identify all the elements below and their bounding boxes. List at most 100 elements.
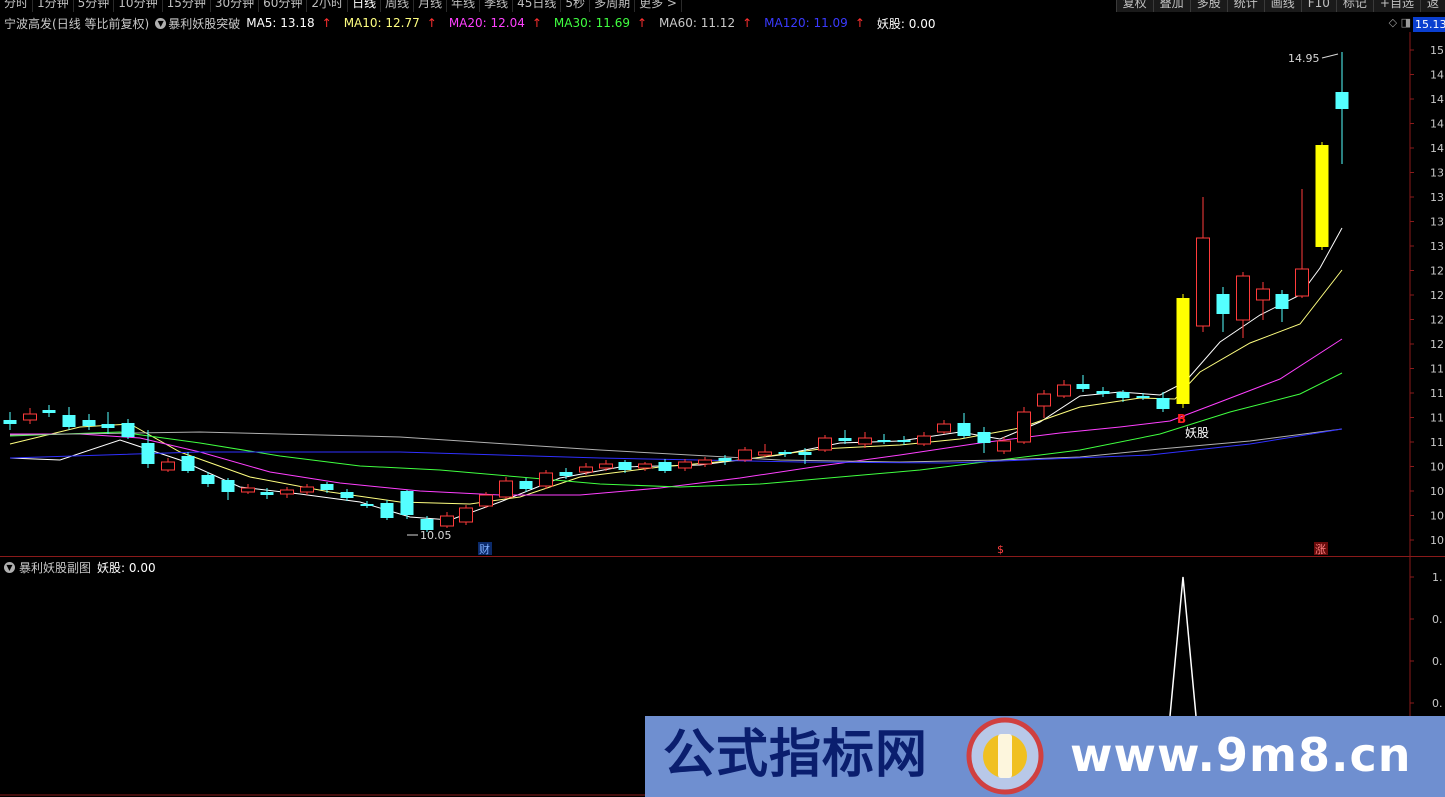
up-arrow-icon: ↑ bbox=[321, 16, 332, 30]
sub-indicator-name[interactable]: 暴利妖股副图 bbox=[19, 559, 91, 576]
ma10-text: MA10: 12.77 bbox=[343, 16, 420, 30]
ma10-value: MA10: 12.77 ↑ bbox=[344, 16, 443, 30]
candle-body-up bbox=[1236, 275, 1250, 321]
tool-button[interactable]: 多股 bbox=[1189, 0, 1227, 12]
candle-body-up bbox=[738, 449, 752, 461]
tool-button[interactable]: 复权 bbox=[1115, 0, 1153, 12]
period-tab[interactable]: 周线 bbox=[381, 0, 415, 12]
tool-button[interactable]: F10 bbox=[1300, 0, 1336, 12]
event-cai-marker[interactable]: 财 bbox=[479, 542, 490, 556]
period-tab[interactable]: 60分钟 bbox=[259, 0, 308, 12]
period-tab[interactable]: 45日线 bbox=[513, 0, 562, 12]
ma5-value: MA5: 13.18 ↑ bbox=[246, 16, 337, 30]
candle-body-up bbox=[479, 494, 493, 507]
period-tab[interactable]: 更多 > bbox=[635, 0, 682, 12]
tool-buttons: 复权 叠加 多股 统计 画线 F10 标记 +自选返 bbox=[1115, 0, 1445, 12]
axis-tick-label: 14. bbox=[1430, 142, 1445, 155]
high-pointer-line bbox=[1321, 53, 1339, 59]
candle-body-down bbox=[380, 503, 394, 518]
candle-body-up bbox=[1256, 288, 1270, 301]
period-tab[interactable]: 30分钟 bbox=[211, 0, 260, 12]
period-tabs: 分时 1分钟 5分钟 10分钟 15分钟 30分钟 60分钟 2小时 日线 周线 月线 年线 季线 45日… bbox=[0, 0, 682, 12]
candle-body-down bbox=[3, 420, 17, 424]
candle-body-down bbox=[838, 438, 852, 441]
period-tab[interactable]: 5秒 bbox=[561, 0, 591, 12]
sub-indicator-header: ▼ 暴利妖股副图 妖股: 0.00 bbox=[4, 559, 156, 575]
period-tab[interactable]: 日线 bbox=[348, 0, 382, 12]
window-restore-icon[interactable]: ◨ bbox=[1401, 16, 1411, 29]
candle-body-up bbox=[579, 466, 593, 473]
candlestick-chart[interactable]: 15. 14. 14. 14. 14. 13. 13. 13. 13. 12. 12. 12. 12. 1… bbox=[0, 32, 1445, 556]
event-dollar-marker[interactable]: $ bbox=[997, 543, 1004, 556]
candle-body-down bbox=[201, 475, 215, 484]
candle-body-down bbox=[1136, 396, 1150, 398]
up-arrow-icon: ↑ bbox=[854, 16, 865, 30]
candle-body-down bbox=[101, 424, 115, 428]
signal-mark: B bbox=[1177, 412, 1186, 426]
sub-indicator-value: 妖股: 0.00 bbox=[97, 560, 156, 575]
period-tab[interactable]: 季线 bbox=[480, 0, 514, 12]
candle-body-up bbox=[499, 480, 513, 498]
candle-body-up bbox=[698, 459, 712, 465]
candle-body-down bbox=[360, 504, 374, 506]
axis-tick-label: 15. bbox=[1430, 44, 1445, 57]
watermark-logo-icon bbox=[966, 717, 1044, 795]
candle-body-up bbox=[241, 487, 255, 493]
candle-body-down bbox=[320, 484, 334, 490]
high-price-label: 14.95 bbox=[1288, 52, 1320, 65]
ma30-value: MA30: 11.69 ↑ bbox=[554, 16, 653, 30]
ma20-value: MA20: 12.04 ↑ bbox=[449, 16, 548, 30]
candle-body-down bbox=[400, 491, 414, 515]
tool-button[interactable]: 标记 bbox=[1335, 0, 1373, 12]
axis-tick-label: 10. bbox=[1430, 485, 1445, 498]
axis-tick-label: 12. bbox=[1430, 289, 1445, 302]
candle-body-down bbox=[618, 462, 632, 470]
axis-tick-label: 14. bbox=[1430, 69, 1445, 82]
collapse-icon[interactable]: ▼ bbox=[155, 17, 167, 29]
period-tab[interactable]: 5分钟 bbox=[74, 0, 115, 12]
tool-button[interactable]: 统计 bbox=[1226, 0, 1264, 12]
candle-body-down bbox=[877, 440, 891, 442]
collapse-icon[interactable]: ▼ bbox=[4, 561, 15, 573]
tool-button[interactable]: +自选 bbox=[1372, 0, 1420, 12]
candle-body-down bbox=[1096, 391, 1110, 394]
indicator-name[interactable]: 暴利妖股突破 bbox=[168, 15, 240, 32]
tool-button[interactable]: 画线 bbox=[1263, 0, 1301, 12]
up-arrow-icon: ↑ bbox=[531, 16, 542, 30]
candle-body-down bbox=[1335, 92, 1349, 109]
ma30-text: MA30: 11.69 bbox=[553, 16, 630, 30]
candle-body-up bbox=[440, 515, 454, 527]
candle-body-up bbox=[818, 437, 832, 451]
axis-tick-label: 11. bbox=[1430, 387, 1445, 400]
period-tab[interactable]: 1分钟 bbox=[33, 0, 74, 12]
ma120-line bbox=[9, 428, 1343, 464]
candle-body-down bbox=[121, 423, 135, 437]
stock-name[interactable]: 宁波高发 bbox=[4, 15, 52, 32]
up-arrow-icon: ↑ bbox=[636, 16, 648, 30]
period-tab[interactable]: 10分钟 bbox=[114, 0, 163, 12]
candle-body-up bbox=[937, 423, 951, 433]
diamond-icon[interactable]: ◇ bbox=[1389, 16, 1397, 29]
axis-tick-label: 14. bbox=[1430, 93, 1445, 106]
candle-body-down bbox=[82, 420, 96, 426]
event-zhang-marker[interactable]: 涨 bbox=[1315, 543, 1326, 556]
candle-body-up bbox=[1037, 393, 1051, 407]
tool-button[interactable]: 叠加 bbox=[1152, 0, 1190, 12]
axis-tick-label: 11. bbox=[1430, 363, 1445, 376]
period-toolbar: 分时 1分钟 5分钟 10分钟 15分钟 30分钟 60分钟 2小时 日线 周线 月线 年线 季线 45日… bbox=[0, 0, 1445, 12]
axis-tick-label: 11. bbox=[1430, 412, 1445, 425]
period-tab[interactable]: 多周期 bbox=[590, 0, 636, 12]
period-tab[interactable]: 15分钟 bbox=[163, 0, 211, 12]
ma60-line bbox=[9, 428, 1343, 463]
up-arrow-icon: ↑ bbox=[742, 16, 753, 30]
period-tab[interactable]: 分时 bbox=[0, 0, 34, 12]
period-tab[interactable]: 2小时 bbox=[307, 0, 349, 12]
signal-text: 妖股 bbox=[1185, 426, 1209, 440]
candle-body-down bbox=[1156, 398, 1170, 409]
tool-button[interactable]: 返 bbox=[1419, 0, 1445, 12]
signal-candle-body bbox=[1176, 298, 1190, 404]
period-tab[interactable]: 年线 bbox=[447, 0, 481, 12]
sub-axis-tick-label: 0. bbox=[1432, 613, 1443, 626]
yaogu-value: 妖股: 0.00 bbox=[876, 16, 936, 31]
period-tab[interactable]: 月线 bbox=[414, 0, 448, 12]
